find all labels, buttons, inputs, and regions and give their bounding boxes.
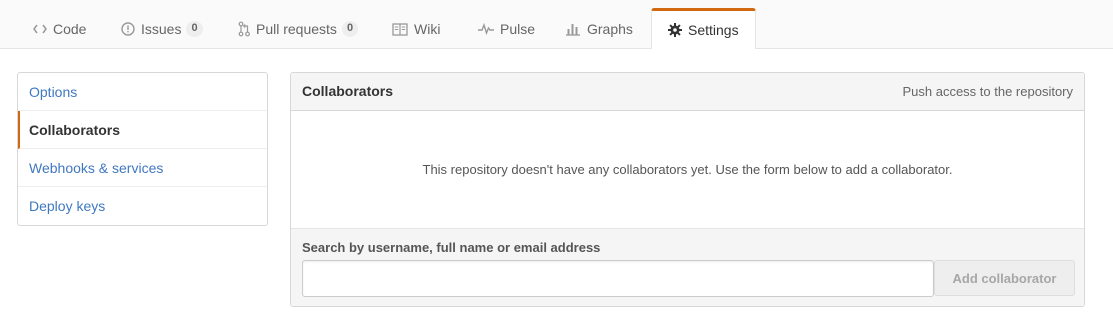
menu-item-options[interactable]: Options [18, 73, 267, 111]
panel-header: Collaborators Push access to the reposit… [291, 73, 1084, 111]
code-icon [33, 23, 47, 35]
graph-icon [565, 22, 581, 36]
gear-icon [668, 23, 682, 37]
tab-graphs[interactable]: Graphs [549, 9, 649, 49]
tab-label: Code [53, 21, 87, 37]
repo-nav: Code Issues 0 Pull requests 0 Wiki Pulse… [0, 0, 1113, 49]
add-collaborator-form: Search by username, full name or email a… [291, 228, 1084, 306]
tab-label: Issues [141, 21, 182, 37]
git-pull-request-icon [238, 21, 250, 37]
menu-item-deploy-keys[interactable]: Deploy keys [18, 187, 267, 225]
panel-note: Push access to the repository [902, 84, 1073, 99]
settings-menu: Options Collaborators Webhooks & service… [17, 72, 268, 226]
tab-label: Graphs [587, 21, 633, 37]
tab-wiki[interactable]: Wiki [376, 9, 456, 49]
collaborator-search-input[interactable] [302, 260, 934, 297]
tab-label: Pull requests [256, 21, 337, 37]
menu-item-collaborators[interactable]: Collaborators [18, 111, 267, 149]
blankslate-message: This repository doesn't have any collabo… [291, 111, 1084, 228]
book-icon [392, 22, 408, 36]
search-label: Search by username, full name or email a… [302, 240, 601, 255]
tab-label: Settings [688, 22, 739, 38]
blankslate-text: This repository doesn't have any collabo… [422, 162, 953, 177]
menu-item-webhooks-services[interactable]: Webhooks & services [18, 149, 267, 187]
tab-label: Pulse [500, 21, 536, 37]
tab-pulse[interactable]: Pulse [462, 9, 551, 49]
issues-counter: 0 [186, 21, 203, 37]
issue-opened-icon [121, 22, 135, 36]
pulse-icon [478, 23, 494, 35]
tab-label: Wiki [414, 21, 441, 37]
tab-pull-requests[interactable]: Pull requests 0 [222, 9, 374, 49]
tab-code[interactable]: Code [17, 9, 102, 49]
add-collaborator-button[interactable]: Add collaborator [934, 260, 1075, 296]
tab-settings[interactable]: Settings [651, 8, 756, 49]
panel-title: Collaborators [302, 83, 394, 99]
collaborators-panel: Collaborators Push access to the reposit… [290, 72, 1085, 307]
pull-requests-counter: 0 [341, 21, 359, 37]
tab-issues[interactable]: Issues 0 [105, 9, 219, 49]
